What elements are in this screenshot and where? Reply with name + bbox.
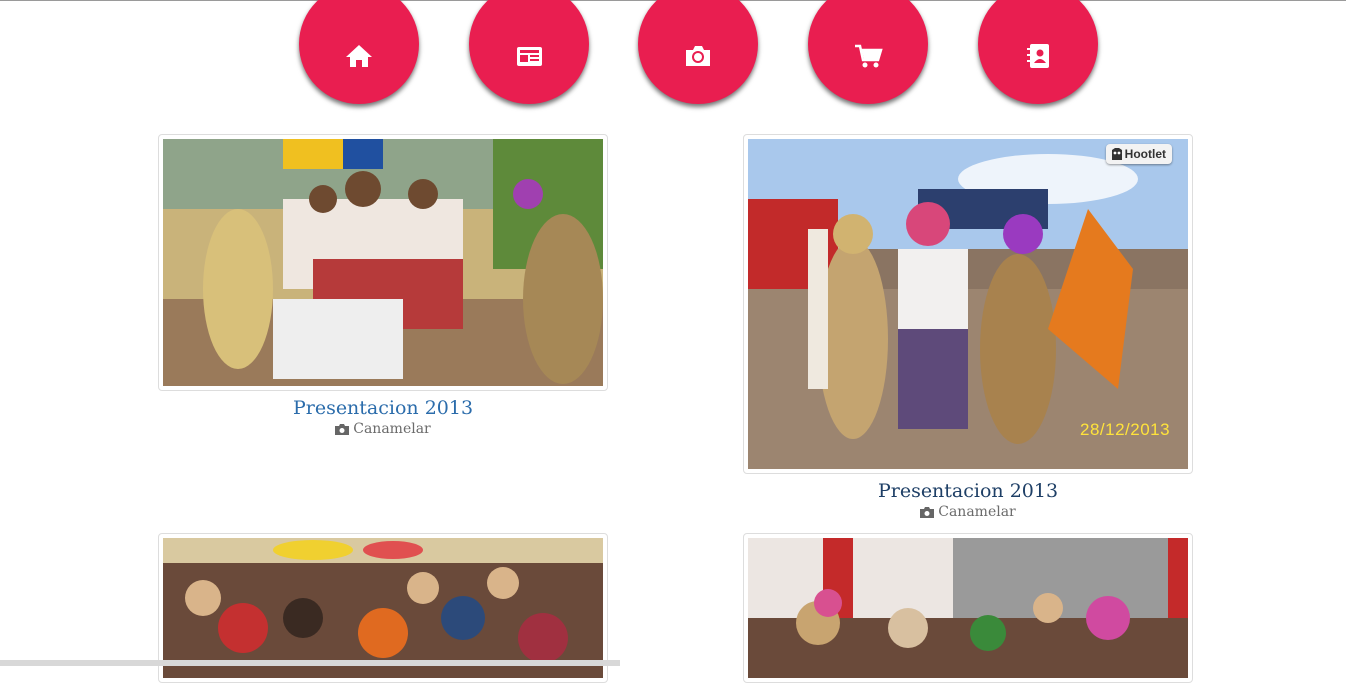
- camera-small-icon: [920, 506, 935, 518]
- main-nav: [0, 0, 1346, 110]
- cart-icon: [855, 44, 883, 68]
- festival-photo-3: [163, 538, 603, 678]
- owl-icon: [1111, 148, 1122, 160]
- home-icon: [346, 45, 372, 67]
- camera-small-icon: [335, 423, 350, 435]
- festival-photo-4: [748, 538, 1188, 678]
- album-name-1: Canamelar: [353, 421, 431, 437]
- album-name-2: Canamelar: [938, 504, 1016, 520]
- gallery-title-2[interactable]: Presentacion 2013: [743, 480, 1193, 502]
- hootlet-label: Hootlet: [1124, 147, 1166, 161]
- camera-icon: [686, 46, 710, 66]
- gallery-thumbnail-4[interactable]: [743, 533, 1193, 683]
- contacts-icon: [1027, 44, 1049, 68]
- gallery-title-1[interactable]: Presentacion 2013: [158, 397, 608, 419]
- nav-home-button[interactable]: [299, 0, 419, 104]
- nav-shop-button[interactable]: [808, 0, 928, 104]
- nav-contacts-button[interactable]: [978, 0, 1098, 104]
- gallery-album-1: Canamelar: [158, 421, 608, 437]
- horizontal-scrollbar[interactable]: [0, 660, 620, 666]
- newspaper-icon: [517, 47, 542, 66]
- nav-gallery-button[interactable]: [638, 0, 758, 104]
- hootlet-badge[interactable]: Hootlet: [1105, 144, 1172, 164]
- gallery-album-2: Canamelar: [743, 504, 1193, 520]
- nav-news-button[interactable]: [469, 0, 589, 104]
- gallery-thumbnail-1[interactable]: [158, 134, 608, 391]
- festival-photo-1: [163, 139, 603, 386]
- photo-date-stamp: 28/12/2013: [1080, 420, 1171, 439]
